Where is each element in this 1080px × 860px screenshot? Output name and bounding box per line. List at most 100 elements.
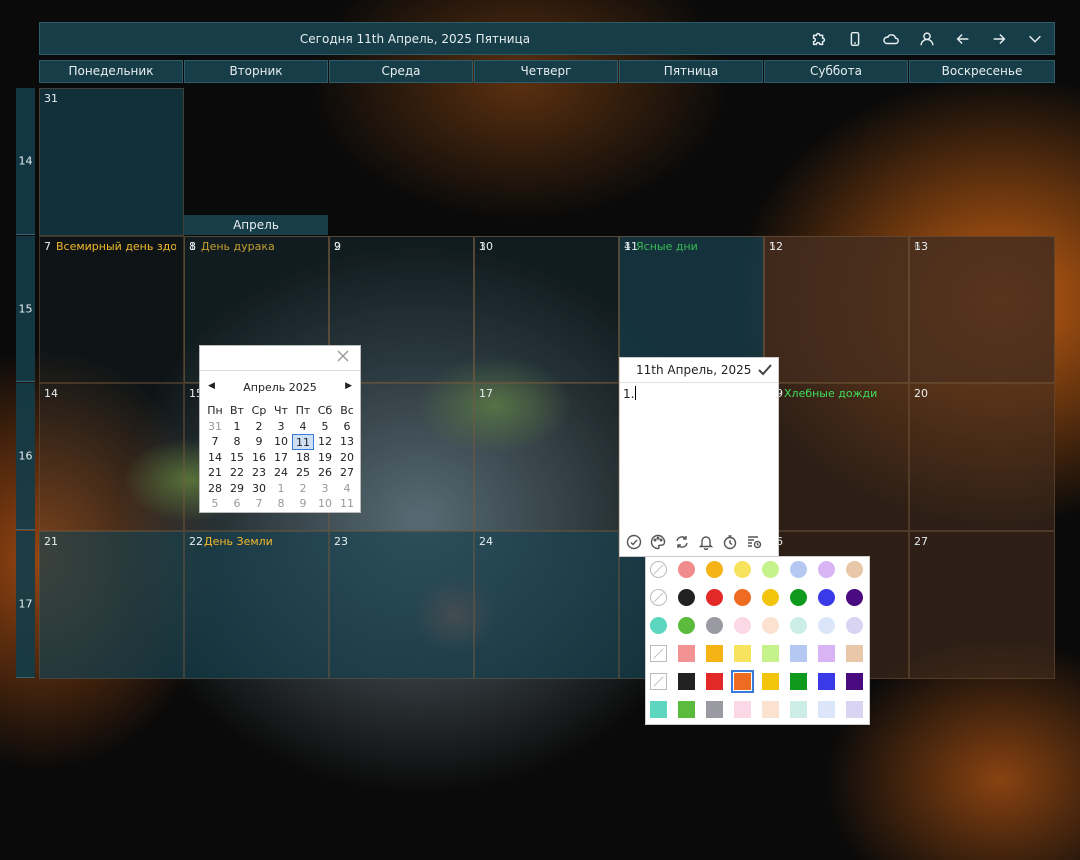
- mini-day[interactable]: 2: [248, 419, 270, 435]
- holiday-event[interactable]: День Земли: [204, 535, 273, 548]
- color-swatch[interactable]: [706, 645, 723, 662]
- list-clock-icon[interactable]: [744, 532, 763, 551]
- color-swatch[interactable]: [678, 645, 695, 662]
- color-swatch[interactable]: [818, 701, 835, 718]
- no-color-swatch[interactable]: [650, 561, 667, 578]
- mini-day[interactable]: 13: [336, 434, 358, 450]
- day-cell[interactable]: 20: [909, 383, 1055, 531]
- mini-day[interactable]: 3: [270, 419, 292, 435]
- mini-day[interactable]: 31: [204, 419, 226, 435]
- mini-day[interactable]: 25: [292, 465, 314, 481]
- color-swatch[interactable]: [678, 589, 695, 606]
- no-color-swatch[interactable]: [650, 645, 667, 662]
- no-color-swatch[interactable]: [650, 673, 667, 690]
- color-swatch[interactable]: [790, 645, 807, 662]
- mini-day[interactable]: 22: [226, 465, 248, 481]
- color-swatch[interactable]: [846, 589, 863, 606]
- mini-day[interactable]: 5: [204, 496, 226, 512]
- color-swatch[interactable]: [678, 561, 695, 578]
- repeat-icon[interactable]: [672, 532, 691, 551]
- day-cell[interactable]: 24: [474, 531, 619, 679]
- mini-day[interactable]: 9: [292, 496, 314, 512]
- arrow-right-icon[interactable]: [988, 28, 1010, 50]
- holiday-event[interactable]: Всемирный день здор: [56, 240, 176, 253]
- mini-day[interactable]: 20: [336, 450, 358, 466]
- puzzle-icon[interactable]: [808, 28, 830, 50]
- day-cell[interactable]: 31: [39, 88, 184, 236]
- color-swatch[interactable]: [762, 589, 779, 606]
- mini-day[interactable]: 23: [248, 465, 270, 481]
- mini-day[interactable]: 4: [292, 419, 314, 435]
- mini-day[interactable]: 28: [204, 481, 226, 497]
- color-swatch[interactable]: [706, 701, 723, 718]
- mini-day[interactable]: 8: [270, 496, 292, 512]
- mini-day[interactable]: 11: [292, 434, 314, 450]
- mini-day[interactable]: 1: [226, 419, 248, 435]
- color-swatch[interactable]: [731, 670, 754, 693]
- mini-day[interactable]: 16: [248, 450, 270, 466]
- mini-day[interactable]: 10: [314, 496, 336, 512]
- color-swatch[interactable]: [762, 561, 779, 578]
- arrow-left-icon[interactable]: [952, 28, 974, 50]
- color-swatch[interactable]: [734, 701, 751, 718]
- color-swatch[interactable]: [790, 589, 807, 606]
- color-swatch[interactable]: [678, 673, 695, 690]
- confirm-check-icon[interactable]: [756, 361, 774, 379]
- palette-icon[interactable]: [648, 532, 667, 551]
- mini-day[interactable]: 27: [336, 465, 358, 481]
- day-cell[interactable]: 23: [329, 531, 474, 679]
- check-circle-icon[interactable]: [624, 532, 643, 551]
- color-swatch[interactable]: [650, 617, 667, 634]
- mini-day[interactable]: 6: [226, 496, 248, 512]
- day-cell[interactable]: 10: [474, 236, 619, 383]
- mini-day[interactable]: 7: [204, 434, 226, 450]
- prev-month-icon[interactable]: ◀: [208, 381, 215, 391]
- mini-day[interactable]: 10: [270, 434, 292, 450]
- color-swatch[interactable]: [734, 589, 751, 606]
- mini-day[interactable]: 9: [248, 434, 270, 450]
- mini-day[interactable]: 26: [314, 465, 336, 481]
- color-swatch[interactable]: [650, 701, 667, 718]
- color-swatch[interactable]: [846, 617, 863, 634]
- color-swatch[interactable]: [678, 617, 695, 634]
- mini-day[interactable]: 24: [270, 465, 292, 481]
- timer-icon[interactable]: [720, 532, 739, 551]
- mini-day[interactable]: 17: [270, 450, 292, 466]
- day-cell[interactable]: 27: [909, 531, 1055, 679]
- day-cell[interactable]: 13: [909, 236, 1055, 383]
- no-color-swatch[interactable]: [650, 589, 667, 606]
- mini-day[interactable]: 14: [204, 450, 226, 466]
- color-swatch[interactable]: [734, 617, 751, 634]
- day-cell[interactable]: 17: [474, 383, 619, 531]
- mini-day[interactable]: 7: [248, 496, 270, 512]
- chevron-down-icon[interactable]: [1024, 28, 1046, 50]
- mini-day[interactable]: 5: [314, 419, 336, 435]
- cloud-icon[interactable]: [880, 28, 902, 50]
- mini-day[interactable]: 18: [292, 450, 314, 466]
- color-swatch[interactable]: [762, 645, 779, 662]
- day-cell[interactable]: 21: [39, 531, 184, 679]
- color-swatch[interactable]: [846, 673, 863, 690]
- day-cell[interactable]: 19Хлебные дожди: [764, 383, 909, 531]
- mini-day[interactable]: 21: [204, 465, 226, 481]
- color-swatch[interactable]: [706, 673, 723, 690]
- bell-icon[interactable]: [696, 532, 715, 551]
- day-cell[interactable]: 14: [39, 383, 184, 531]
- mini-day[interactable]: 29: [226, 481, 248, 497]
- color-swatch[interactable]: [790, 617, 807, 634]
- color-swatch[interactable]: [706, 561, 723, 578]
- color-swatch[interactable]: [846, 645, 863, 662]
- color-swatch[interactable]: [818, 673, 835, 690]
- user-icon[interactable]: [916, 28, 938, 50]
- color-swatch[interactable]: [734, 561, 751, 578]
- mini-day[interactable]: 8: [226, 434, 248, 450]
- color-swatch[interactable]: [846, 701, 863, 718]
- color-swatch[interactable]: [790, 561, 807, 578]
- day-cell[interactable]: 22 День Земли: [184, 531, 329, 679]
- mini-day[interactable]: 4: [336, 481, 358, 497]
- color-swatch[interactable]: [846, 561, 863, 578]
- day-cell[interactable]: 7 Всемирный день здор: [39, 236, 184, 383]
- mini-day[interactable]: 3: [314, 481, 336, 497]
- color-swatch[interactable]: [762, 701, 779, 718]
- mini-day[interactable]: 19: [314, 450, 336, 466]
